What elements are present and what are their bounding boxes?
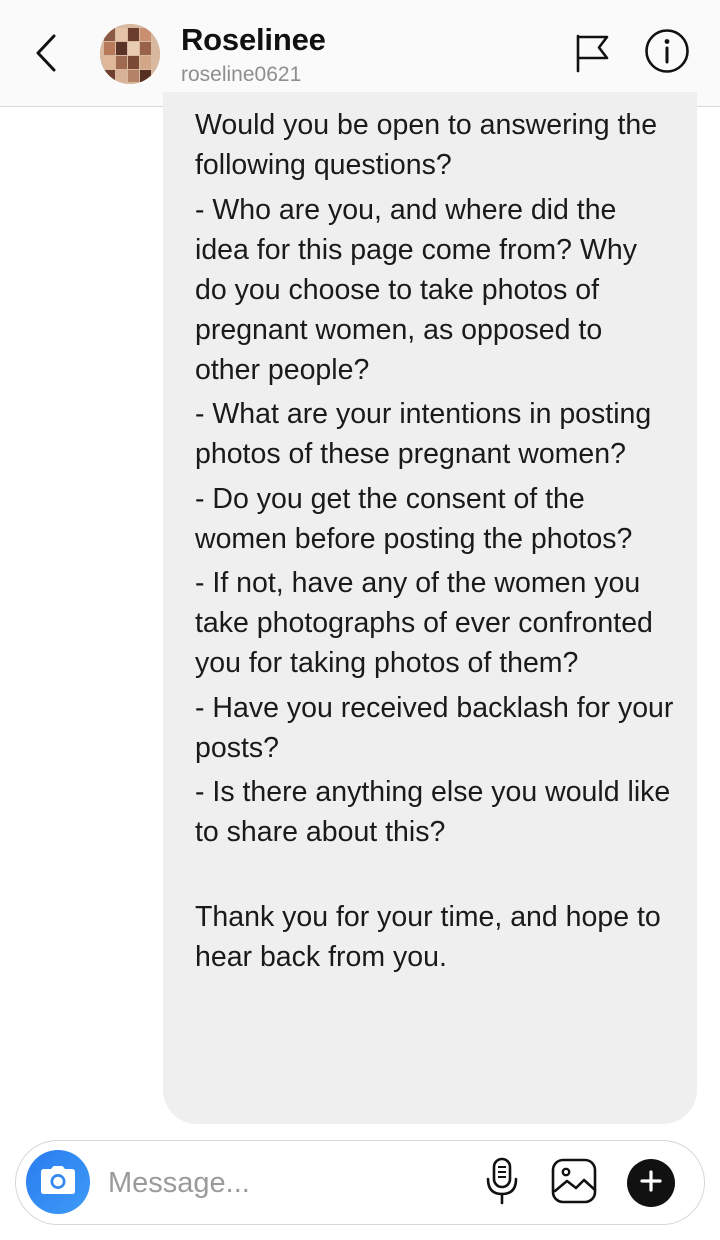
info-icon [644,28,690,79]
message-paragraph: Thank you for your time, and hope to hea… [195,900,661,973]
message-paragraph: - If not, have any of the women you take… [195,567,653,679]
message-text: Would you be open to answering the follo… [195,105,675,981]
avatar[interactable] [100,24,160,84]
message-paragraph: - Is there anything else you would like … [195,776,671,848]
microphone-icon [484,1157,520,1210]
voice-message-button[interactable] [480,1157,524,1210]
message-paragraph: - What are your intentions in posting ph… [195,398,652,470]
flag-icon [574,33,610,78]
message-paragraph: - Do you get the consent of the women be… [195,482,633,555]
contact-name[interactable]: Roselinee [181,22,326,58]
camera-icon [40,1165,76,1200]
more-button[interactable] [627,1159,675,1207]
back-button[interactable] [26,30,66,80]
message-input[interactable] [108,1160,448,1206]
chevron-left-icon [35,34,57,77]
message-paragraph: - Have you received backlash for your po… [195,691,674,764]
camera-button[interactable] [26,1150,90,1214]
contact-handle: roseline0621 [181,63,302,86]
info-button[interactable] [642,28,692,78]
message-paragraph: - Who are you, and where did the idea fo… [195,193,637,386]
plus-icon [639,1169,663,1198]
message-paragraph: Would you be open to answering the follo… [195,109,658,181]
gallery-icon [550,1157,598,1210]
report-button[interactable] [568,30,616,80]
gallery-button[interactable] [548,1157,600,1209]
